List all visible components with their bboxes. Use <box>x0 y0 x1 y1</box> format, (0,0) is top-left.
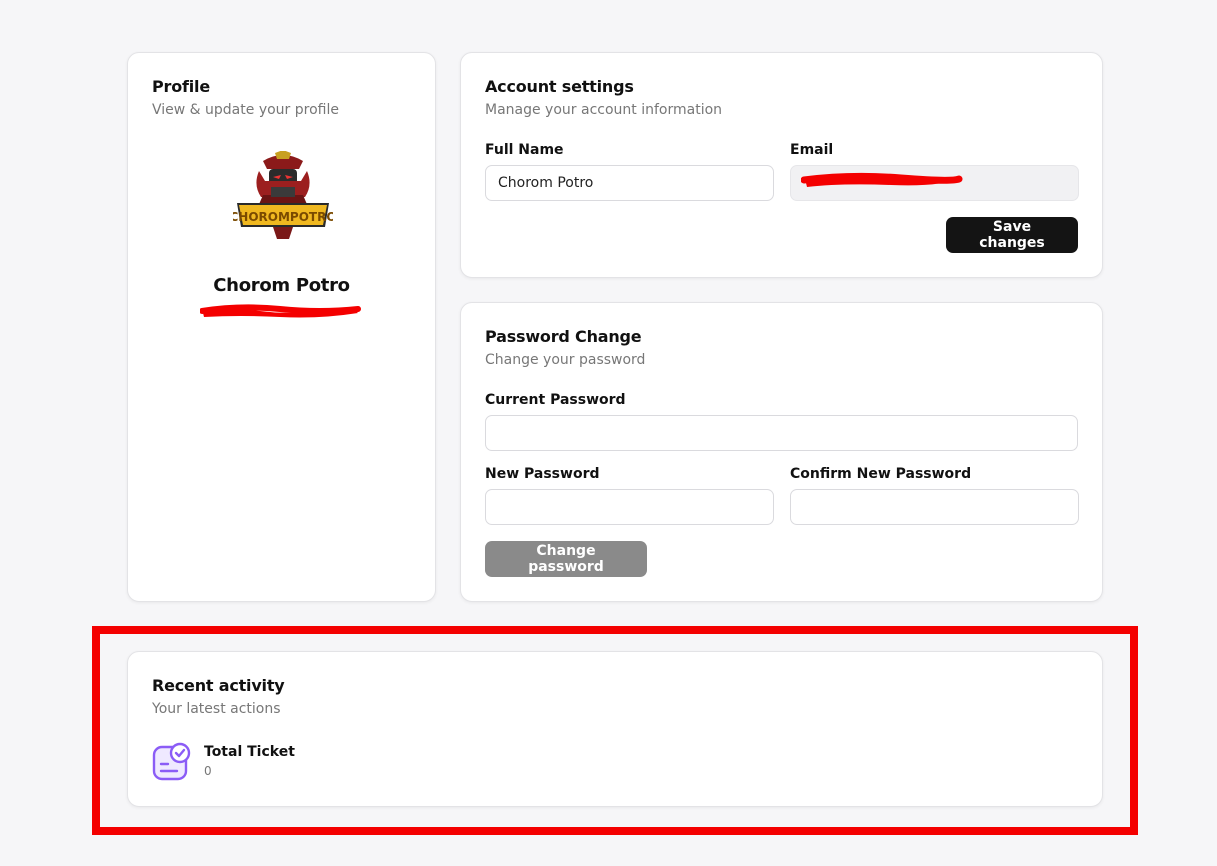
current-password-label: Current Password <box>485 392 626 408</box>
password-change-card: Password Change Change your password Cur… <box>460 302 1103 602</box>
confirm-password-input[interactable] <box>790 489 1079 525</box>
profile-name: Chorom Potro <box>213 275 350 296</box>
full-name-input[interactable] <box>485 165 774 201</box>
full-name-label: Full Name <box>485 142 564 158</box>
ticket-check-icon <box>152 742 191 781</box>
email-input-redaction-scribble <box>801 172 963 187</box>
profile-title: Profile <box>152 77 210 96</box>
activity-title: Recent activity <box>152 676 285 695</box>
activity-item-value: 0 <box>204 764 212 778</box>
confirm-password-label: Confirm New Password <box>790 466 972 482</box>
activity-item-label: Total Ticket <box>204 744 295 760</box>
new-password-label: New Password <box>485 466 600 482</box>
svg-text:CHOROMPOTRO: CHOROMPOTRO <box>233 210 333 224</box>
account-settings-card: Account settings Manage your account inf… <box>460 52 1103 278</box>
email-label: Email <box>790 142 834 158</box>
current-password-input[interactable] <box>485 415 1078 451</box>
activity-subtitle: Your latest actions <box>152 701 281 717</box>
profile-subtitle: View & update your profile <box>152 102 339 118</box>
change-password-button[interactable]: Change password <box>485 541 647 577</box>
profile-card: Profile View & update your profile CHORO… <box>127 52 436 602</box>
password-subtitle: Change your password <box>485 352 646 368</box>
avatar: CHOROMPOTRO <box>233 151 333 239</box>
save-changes-button[interactable]: Save changes <box>946 217 1078 253</box>
account-title: Account settings <box>485 77 634 96</box>
email-redaction-scribble <box>200 304 361 318</box>
recent-activity-card: Recent activity Your latest actions Tota… <box>127 651 1103 807</box>
password-title: Password Change <box>485 327 642 346</box>
account-subtitle: Manage your account information <box>485 102 723 118</box>
new-password-input[interactable] <box>485 489 774 525</box>
